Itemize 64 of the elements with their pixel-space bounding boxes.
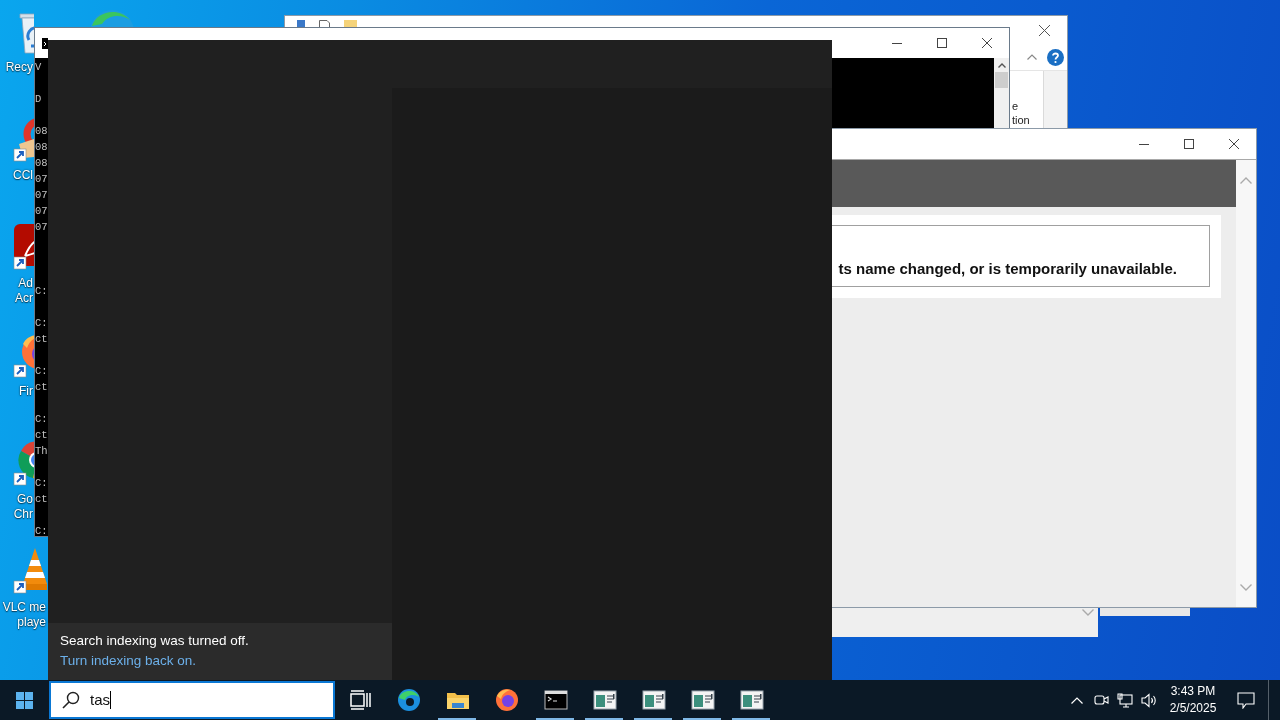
clock[interactable]: 3:43 PM 2/5/2025 xyxy=(1164,680,1222,720)
chevron-up-icon[interactable] xyxy=(997,63,1006,68)
help-icon[interactable] xyxy=(1047,48,1064,66)
close-icon xyxy=(1228,139,1239,149)
icon-label: CCl xyxy=(12,168,33,183)
console-line: ct xyxy=(35,492,48,507)
console-line: C: xyxy=(35,524,48,539)
icon-label: VLC me playe xyxy=(1,600,46,630)
console-line: 07 xyxy=(35,220,48,235)
console-line: C: xyxy=(35,412,48,427)
terminal-icon xyxy=(42,37,48,49)
scrollbar-thumb[interactable] xyxy=(995,72,1008,88)
console-line: ct xyxy=(35,428,48,443)
console-line: C: xyxy=(35,316,48,331)
console-line: ct xyxy=(35,332,48,347)
console-line: 07 xyxy=(35,188,48,203)
scrollbar[interactable] xyxy=(994,58,1009,128)
monitor-icon xyxy=(1117,692,1133,708)
speaker-icon xyxy=(1140,692,1158,708)
speech-bubble-icon xyxy=(1237,691,1255,709)
app-window-icon xyxy=(641,688,666,712)
truncated-text: tion xyxy=(1012,113,1031,127)
app-window-icon xyxy=(592,688,617,712)
tile-logo-icon[interactable] xyxy=(13,222,34,270)
console-line: C: xyxy=(35,364,48,379)
chevron-up-icon xyxy=(1027,54,1037,60)
fox-logo-icon xyxy=(494,688,519,712)
terminal-icon xyxy=(543,688,568,712)
console-line: Th xyxy=(35,444,48,459)
console-line: ct xyxy=(35,380,48,395)
console-line: 08 xyxy=(35,156,48,171)
search-icon xyxy=(62,691,80,709)
console-line: 08 xyxy=(35,124,48,139)
icon-label: Ad Acr xyxy=(14,276,33,306)
app-window-icon xyxy=(739,688,764,712)
maximize-icon xyxy=(936,38,947,48)
turn-on-indexing-link[interactable]: Turn indexing back on. xyxy=(60,653,197,669)
start-icon xyxy=(15,691,33,709)
close-icon xyxy=(1038,24,1050,36)
icon-label: Recy xyxy=(4,60,33,75)
app-window-icon xyxy=(690,688,715,712)
page-icon[interactable] xyxy=(319,20,330,27)
truncated-text: e xyxy=(1012,99,1020,113)
console-line: C: xyxy=(35,284,48,299)
console-line: 08 xyxy=(35,140,48,155)
swirl-logo-icon xyxy=(396,688,421,712)
tile-icon[interactable] xyxy=(297,20,305,27)
maximize-icon xyxy=(1183,139,1194,149)
error-message: ts name changed, or is temporarily unavailable. xyxy=(838,260,1177,279)
icon-label: Go Chr xyxy=(12,492,33,522)
console-line: 07 xyxy=(35,172,48,187)
minimize-icon xyxy=(891,42,902,44)
console-line: 07 xyxy=(35,204,48,219)
icon-label: Fir xyxy=(18,384,33,399)
task-view-icon xyxy=(347,688,372,712)
close-icon xyxy=(981,38,992,48)
search-field[interactable]: tas xyxy=(49,681,335,719)
notice-message: Search indexing was turned off. xyxy=(60,633,249,649)
minimize-icon xyxy=(1138,143,1149,145)
camera-icon xyxy=(1093,693,1109,707)
console-line: D xyxy=(35,92,42,107)
chevron-up-icon xyxy=(1071,696,1083,704)
console-line: C: xyxy=(35,476,48,491)
console-line: V xyxy=(35,60,42,75)
